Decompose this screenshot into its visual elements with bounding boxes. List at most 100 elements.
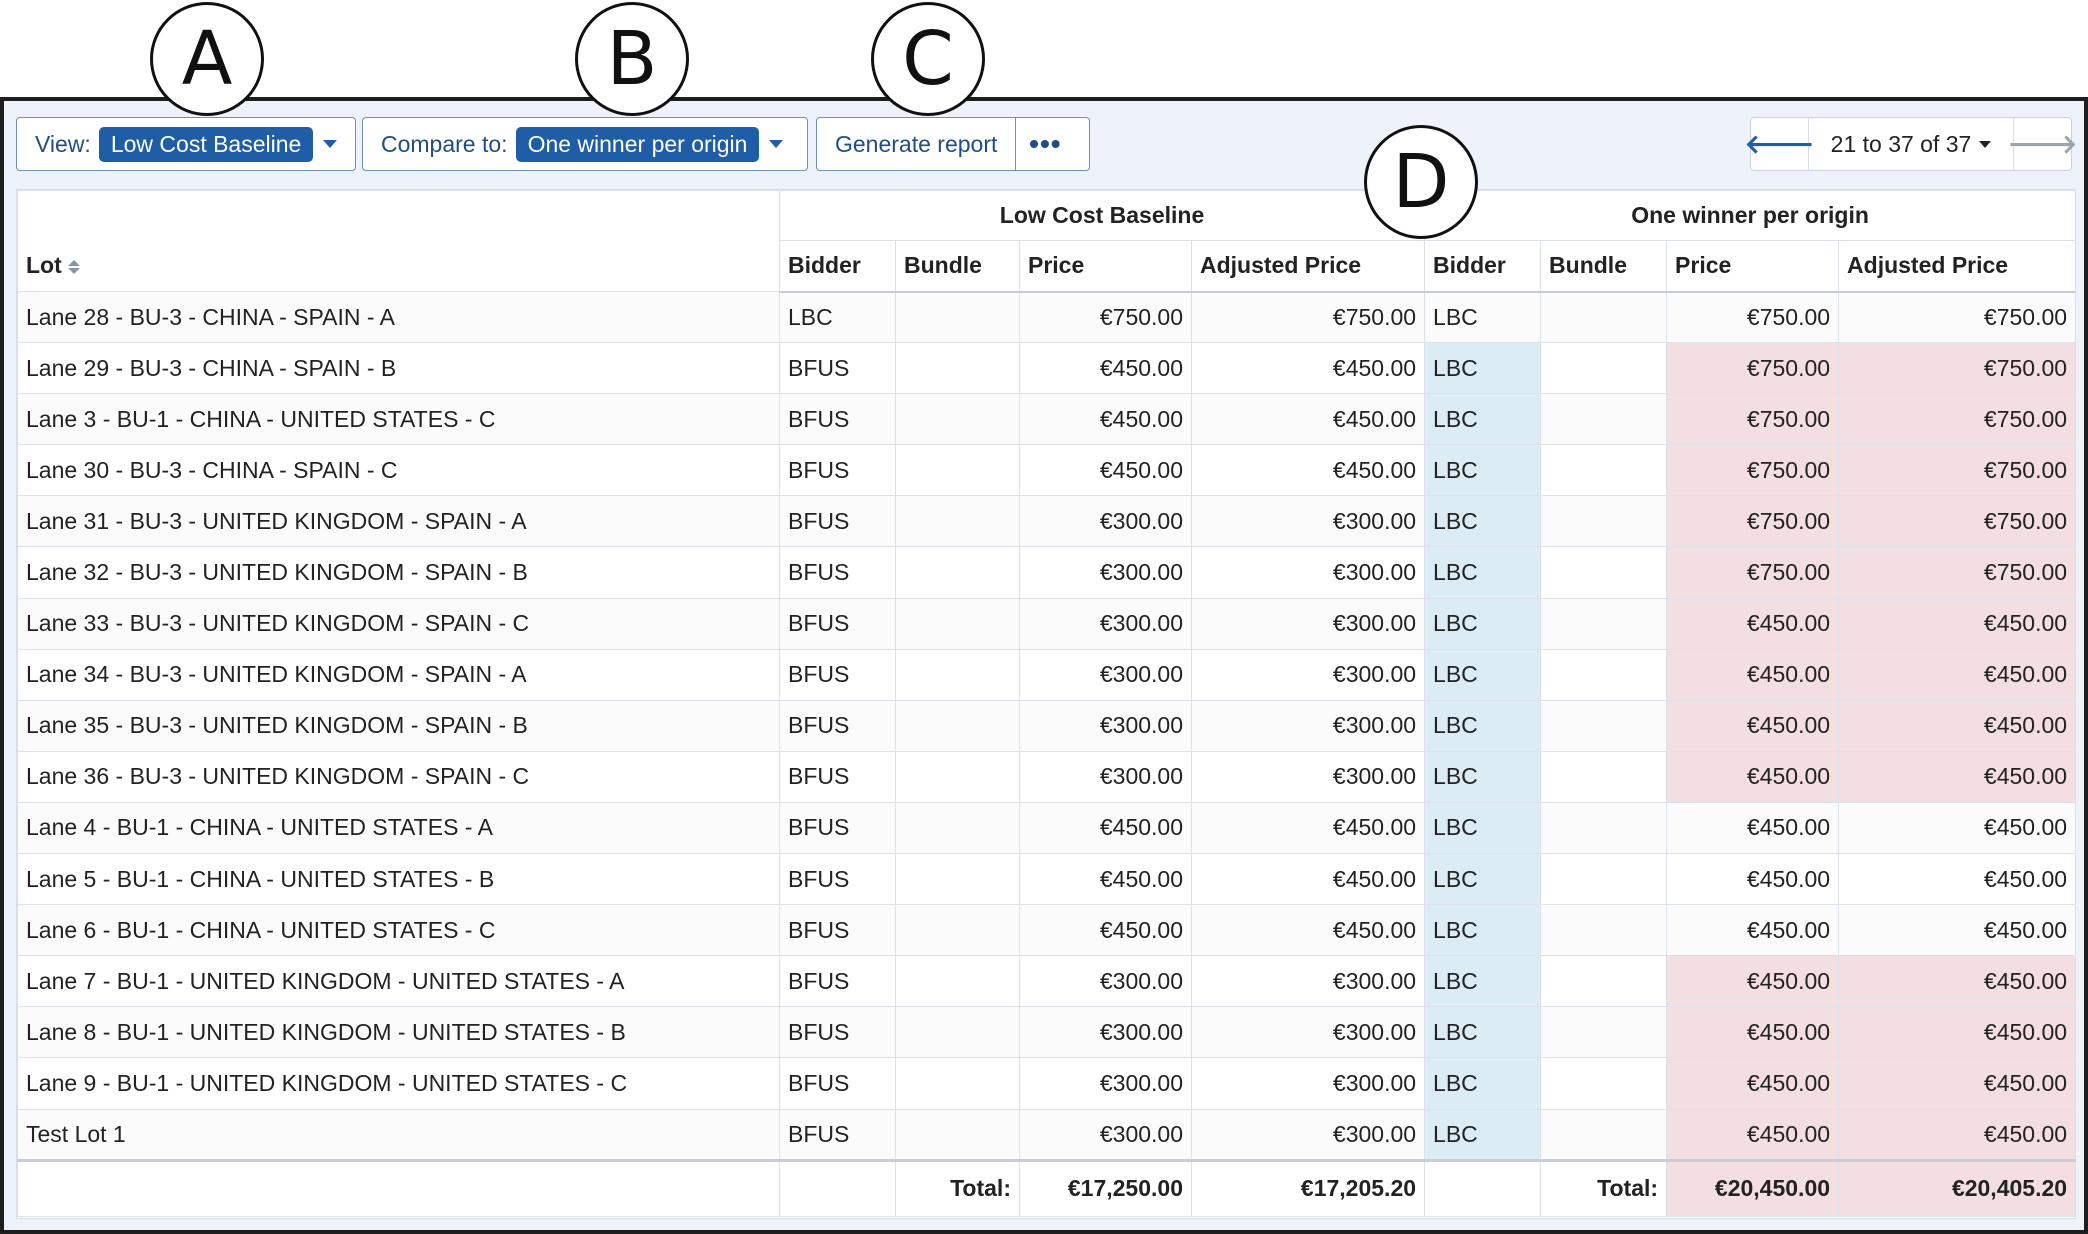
table-row[interactable]: Lane 4 - BU-1 - CHINA - UNITED STATES - …	[17, 801, 2077, 855]
pager: 🡐 21 to 37 of 37 🡒	[1745, 117, 2077, 171]
chevron-down-icon	[1979, 140, 1992, 148]
compare-price-cell: €450.00	[1666, 1006, 1840, 1059]
table-row[interactable]: Test Lot 1 BFUS €300.00 €300.00 LBC €450.00 €4…	[17, 1108, 2077, 1161]
view-dropdown[interactable]: View: Low Cost Baseline	[16, 117, 356, 171]
col-adjusted-2: Adjusted Price	[1838, 240, 2077, 293]
compare-bundle-cell	[1540, 750, 1668, 803]
toolbar: View: Low Cost Baseline Compare to: One …	[16, 117, 2077, 171]
compare-bundle-cell	[1540, 853, 1668, 906]
bundle-cell	[895, 597, 1020, 650]
price-cell: €300.00	[1019, 750, 1192, 803]
table-row[interactable]: Lane 5 - BU-1 - CHINA - UNITED STATES - …	[17, 853, 2077, 906]
compare-bidder-cell: LBC	[1424, 853, 1542, 906]
compare-price-cell: €450.00	[1666, 1057, 1840, 1110]
callout-c: C	[871, 2, 985, 116]
chevron-down-icon	[323, 140, 338, 148]
lot-cell: Test Lot 1	[17, 1108, 780, 1161]
view-label: View:	[35, 130, 91, 157]
total-label-2: Total:	[1540, 1158, 1668, 1217]
lot-cell: Lane 8 - BU-1 - UNITED KINGDOM - UNITED …	[17, 1006, 780, 1059]
compare-dropdown[interactable]: Compare to: One winner per origin	[362, 117, 808, 171]
callout-d: D	[1364, 125, 1478, 239]
table-row[interactable]: Lane 29 - BU-3 - CHINA - SPAIN - B BFUS €4…	[17, 342, 2077, 395]
table-row[interactable]: Lane 3 - BU-1 - CHINA - UNITED STATES - …	[17, 393, 2077, 446]
arrow-right-icon[interactable]: 🡒	[2008, 118, 2077, 170]
price-cell: €300.00	[1019, 597, 1192, 650]
table-row[interactable]: Lane 36 - BU-3 - UNITED KINGDOM - SPAIN …	[17, 750, 2077, 803]
compare-bidder-cell: LBC	[1424, 597, 1542, 650]
col-adjusted-1: Adjusted Price	[1190, 240, 1426, 293]
compare-adjusted-price-cell: €450.00	[1838, 955, 2077, 1008]
lot-cell: Lane 29 - BU-3 - CHINA - SPAIN - B	[17, 342, 780, 395]
lot-cell: Lane 6 - BU-1 - CHINA - UNITED STATES - …	[17, 904, 780, 957]
table-row[interactable]: Lane 6 - BU-1 - CHINA - UNITED STATES - …	[17, 904, 2077, 957]
table-row[interactable]: Lane 32 - BU-3 - UNITED KINGDOM - SPAIN …	[17, 546, 2077, 599]
bidder-cell: BFUS	[779, 495, 896, 548]
footer-empty	[17, 1158, 780, 1217]
group-header-compare: One winner per origin	[1424, 190, 2077, 241]
lot-cell: Lane 28 - BU-3 - CHINA - SPAIN - A	[17, 290, 780, 344]
adjusted-price-cell: €300.00	[1190, 1108, 1426, 1161]
lot-cell: Lane 33 - BU-3 - UNITED KINGDOM - SPAIN …	[17, 597, 780, 650]
price-total-1: €17,250.00	[1019, 1158, 1192, 1217]
bundle-cell	[895, 904, 1020, 957]
lot-column-header[interactable]: Lot	[17, 190, 780, 292]
comparison-table-container: Lot Low Cost Baseline One winner per ori…	[16, 189, 2077, 1219]
compare-price-cell: €450.00	[1666, 955, 1840, 1008]
table-row[interactable]: Lane 8 - BU-1 - UNITED KINGDOM - UNITED …	[17, 1006, 2077, 1059]
compare-bundle-cell	[1540, 1108, 1668, 1161]
table-row[interactable]: Lane 7 - BU-1 - UNITED KINGDOM - UNITED …	[17, 955, 2077, 1008]
compare-adjusted-price-cell: €450.00	[1838, 648, 2077, 701]
compare-price-cell: €450.00	[1666, 699, 1840, 752]
compare-bidder-cell: LBC	[1424, 290, 1542, 344]
bidder-cell: BFUS	[779, 597, 896, 650]
compare-bundle-cell	[1540, 1006, 1668, 1059]
table-row[interactable]: Lane 35 - BU-3 - UNITED KINGDOM - SPAIN …	[17, 699, 2077, 752]
adjusted-price-cell: €450.00	[1190, 801, 1426, 855]
compare-bundle-cell	[1540, 955, 1668, 1008]
bidder-cell: BFUS	[779, 342, 896, 395]
generate-report-button[interactable]: Generate report	[817, 118, 1017, 170]
lot-cell: Lane 36 - BU-3 - UNITED KINGDOM - SPAIN …	[17, 750, 780, 803]
price-cell: €300.00	[1019, 1108, 1192, 1161]
compare-price-cell: €450.00	[1666, 1108, 1840, 1161]
page-range-dropdown[interactable]: 21 to 37 of 37	[1809, 131, 2013, 158]
table-row[interactable]: Lane 31 - BU-3 - UNITED KINGDOM - SPAIN …	[17, 495, 2077, 548]
bundle-cell	[895, 801, 1020, 855]
bidder-cell: BFUS	[779, 699, 896, 752]
table-row[interactable]: Lane 30 - BU-3 - CHINA - SPAIN - C BFUS €4…	[17, 444, 2077, 497]
bundle-cell	[895, 1057, 1020, 1110]
price-cell: €750.00	[1019, 290, 1192, 344]
bundle-cell	[895, 699, 1020, 752]
adjusted-price-cell: €450.00	[1190, 393, 1426, 446]
compare-bundle-cell	[1540, 393, 1668, 446]
price-cell: €300.00	[1019, 1006, 1192, 1059]
lot-cell: Lane 4 - BU-1 - CHINA - UNITED STATES - …	[17, 801, 780, 855]
table-row[interactable]: Lane 28 - BU-3 - CHINA - SPAIN - A LBC €75…	[17, 290, 2077, 344]
callout-a: A	[150, 2, 264, 116]
compare-adjusted-price-cell: €750.00	[1838, 342, 2077, 395]
price-cell: €450.00	[1019, 853, 1192, 906]
comparison-panel: View: Low Cost Baseline Compare to: One …	[0, 97, 2088, 1234]
bundle-cell	[895, 648, 1020, 701]
compare-bundle-cell	[1540, 290, 1668, 344]
col-bidder-1: Bidder	[779, 240, 896, 293]
compare-bidder-cell: LBC	[1424, 648, 1542, 701]
compare-adjusted-price-cell: €750.00	[1838, 393, 2077, 446]
compare-price-cell: €750.00	[1666, 546, 1840, 599]
adjusted-total-2: €20,405.20	[1838, 1158, 2077, 1217]
table-row[interactable]: Lane 34 - BU-3 - UNITED KINGDOM - SPAIN …	[17, 648, 2077, 701]
more-options-icon[interactable]: •••	[1016, 128, 1074, 160]
lot-cell: Lane 31 - BU-3 - UNITED KINGDOM - SPAIN …	[17, 495, 780, 548]
price-cell: €450.00	[1019, 393, 1192, 446]
compare-bundle-cell	[1540, 648, 1668, 701]
compare-bundle-cell	[1540, 904, 1668, 957]
arrow-left-icon[interactable]: 🡐	[1745, 118, 1814, 170]
table-row[interactable]: Lane 9 - BU-1 - UNITED KINGDOM - UNITED …	[17, 1057, 2077, 1110]
table-row[interactable]: Lane 33 - BU-3 - UNITED KINGDOM - SPAIN …	[17, 597, 2077, 650]
compare-adjusted-price-cell: €450.00	[1838, 1108, 2077, 1161]
bundle-cell	[895, 393, 1020, 446]
sort-icon[interactable]	[67, 259, 80, 274]
adjusted-price-cell: €300.00	[1190, 1006, 1426, 1059]
compare-bundle-cell	[1540, 1057, 1668, 1110]
